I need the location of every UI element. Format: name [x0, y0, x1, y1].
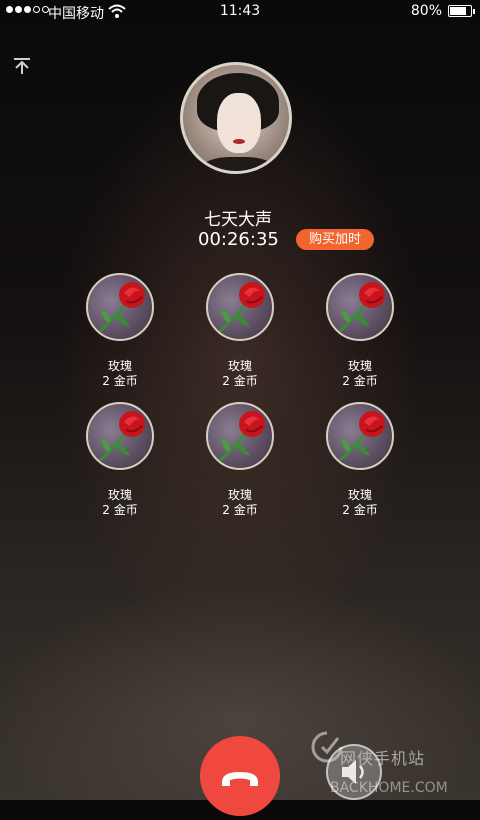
- gift-name: 玫瑰: [347, 488, 372, 502]
- gift-image: [206, 273, 274, 341]
- call-timer: 00:26:35: [198, 229, 279, 250]
- rose-icon: [217, 282, 265, 335]
- minimize-icon[interactable]: [12, 56, 32, 76]
- gift-item[interactable]: 玫瑰 2 金币: [195, 402, 285, 518]
- gift-name: 玫瑰: [107, 488, 132, 502]
- battery-icon: [448, 5, 475, 17]
- status-bar: 中国移动 11:43 80%: [0, 0, 480, 24]
- gift-name: 玫瑰: [347, 359, 372, 373]
- gift-item[interactable]: 玫瑰 2 金币: [75, 402, 165, 518]
- watermark-url: BACKHOME.COM: [330, 780, 448, 796]
- gift-item[interactable]: 玫瑰 2 金币: [75, 273, 165, 389]
- status-time: 11:43: [219, 3, 261, 19]
- gift-name: 玫瑰: [227, 488, 252, 502]
- gift-image: [86, 273, 154, 341]
- gift-name: 玫瑰: [107, 359, 132, 373]
- caller-avatar: [180, 62, 292, 174]
- gift-price: 2 金币: [222, 503, 258, 517]
- rose-icon: [217, 411, 265, 464]
- rose-icon: [97, 411, 145, 464]
- gift-price: 2 金币: [102, 374, 138, 388]
- hangup-button[interactable]: [200, 736, 280, 816]
- gift-image: [86, 402, 154, 470]
- gift-image: [326, 273, 394, 341]
- caller-name: 七天大声: [204, 210, 272, 230]
- gift-item[interactable]: 玫瑰 2 金币: [315, 273, 405, 389]
- gift-item[interactable]: 玫瑰 2 金币: [315, 402, 405, 518]
- rose-icon: [97, 282, 145, 335]
- rose-icon: [337, 282, 385, 335]
- rose-icon: [337, 411, 385, 464]
- phone-hangup-icon: [222, 772, 258, 786]
- gift-price: 2 金币: [342, 503, 378, 517]
- gift-price: 2 金币: [342, 374, 378, 388]
- gift-image: [326, 402, 394, 470]
- gift-name: 玫瑰: [227, 359, 252, 373]
- gift-image: [206, 402, 274, 470]
- buy-time-button[interactable]: 购买加时: [296, 229, 374, 250]
- gift-price: 2 金币: [102, 503, 138, 517]
- battery-percent: 80%: [410, 3, 442, 19]
- gift-price: 2 金币: [222, 374, 258, 388]
- gift-item[interactable]: 玫瑰 2 金币: [195, 273, 285, 389]
